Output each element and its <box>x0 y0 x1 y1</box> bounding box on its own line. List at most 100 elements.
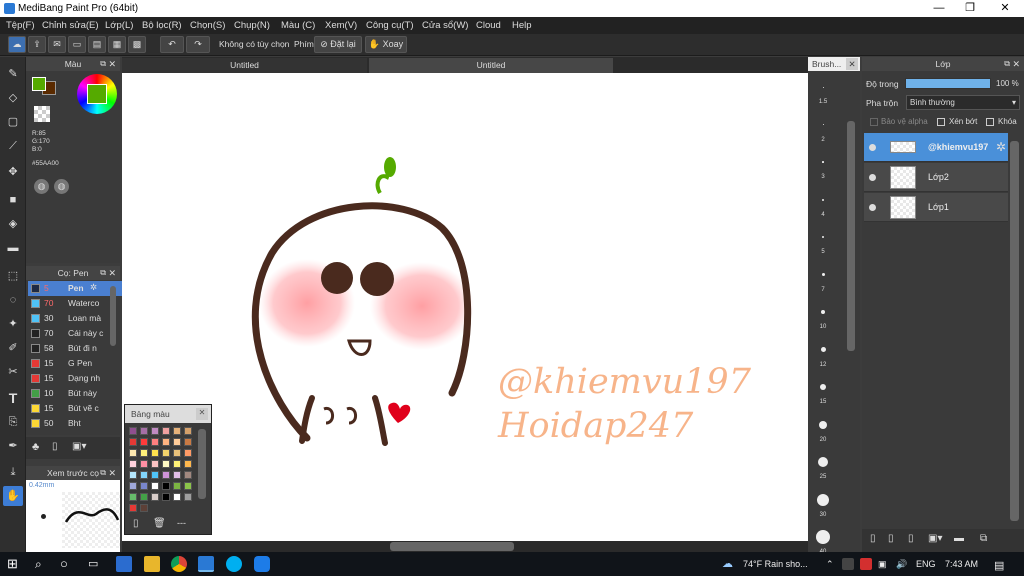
brush-size-dot[interactable] <box>822 161 824 163</box>
brush-size-dot[interactable] <box>820 347 826 352</box>
palette-swatch[interactable] <box>140 427 148 435</box>
divide-tool-icon[interactable]: ⎘ <box>3 412 23 432</box>
palette-swatch[interactable] <box>162 493 170 501</box>
palette-swatch[interactable] <box>140 471 148 479</box>
palette-swatch[interactable] <box>184 460 192 468</box>
medibang-icon[interactable] <box>198 556 214 572</box>
popout-icon[interactable]: ⧉ <box>100 466 106 480</box>
menu-window[interactable]: Cửa sổ(W) <box>422 20 468 31</box>
palette-swatch[interactable] <box>184 427 192 435</box>
palette-swatch[interactable] <box>184 438 192 446</box>
palette-swatch[interactable] <box>162 471 170 479</box>
palette-swatch[interactable] <box>140 438 148 446</box>
palette-swatch[interactable] <box>151 460 159 468</box>
palette-swatch[interactable] <box>184 482 192 490</box>
popout-icon[interactable]: ⧉ <box>100 57 106 71</box>
windows-start-icon[interactable]: ⊞ <box>7 556 18 572</box>
brush-item[interactable]: 10 Bút này <box>28 386 130 401</box>
palette-swatch[interactable] <box>151 427 159 435</box>
palette-swatch[interactable] <box>173 471 181 479</box>
opacity-slider[interactable] <box>905 78 991 89</box>
upload-icon[interactable]: ⇪ <box>28 36 46 53</box>
color-wheel[interactable] <box>77 74 117 114</box>
chrome-icon[interactable] <box>171 556 187 572</box>
palette-swatch[interactable] <box>173 438 181 446</box>
rotate-button[interactable]: ✋ Xoay <box>365 36 407 53</box>
menu-cloud[interactable]: Cloud <box>476 20 501 31</box>
tray-v-icon[interactable] <box>860 558 872 570</box>
move-tool-icon[interactable]: ✥ <box>3 162 23 182</box>
trash-icon[interactable]: 🗑 <box>153 518 166 529</box>
palette-swatch[interactable] <box>129 427 137 435</box>
brush-item[interactable]: 50 Bht <box>28 416 130 431</box>
layer-row[interactable]: @khiemvu197 ✲ <box>864 133 1008 162</box>
close-icon[interactable]: ✕ <box>1012 57 1020 71</box>
brush-size-dot[interactable] <box>819 420 827 429</box>
palette-icon[interactable]: ◍ <box>34 179 49 194</box>
brush-size-dot[interactable] <box>820 384 826 390</box>
visibility-eye-icon[interactable] <box>869 144 876 151</box>
lock-checkbox[interactable] <box>986 118 994 126</box>
brush-size-dot[interactable] <box>822 124 824 125</box>
eraser-tool-icon[interactable]: ◇ <box>3 88 23 108</box>
undo-button[interactable]: ↶ <box>160 36 184 53</box>
brush-list-scrollbar[interactable] <box>110 286 116 346</box>
notification-icon[interactable]: ▤ <box>994 559 1004 572</box>
palette-menu[interactable]: --- <box>177 518 186 528</box>
page-icon[interactable]: ▤ <box>88 36 106 53</box>
palette-swatch[interactable] <box>151 482 159 490</box>
file-explorer-icon[interactable] <box>144 556 160 572</box>
layer-row[interactable]: Lớp2 <box>864 163 1008 192</box>
new-palette-icon[interactable]: ▯ <box>133 518 139 529</box>
palette-swatch[interactable] <box>129 504 137 512</box>
close-icon[interactable]: ✕ <box>846 58 858 70</box>
brush-tool-icon[interactable]: ✎ <box>3 64 23 84</box>
palette-swatch[interactable] <box>173 493 181 501</box>
brush-size-dot[interactable] <box>818 457 828 467</box>
new-layer-icon[interactable]: ▯ <box>870 533 876 544</box>
brush-size-dot[interactable] <box>821 273 825 276</box>
folder-icon[interactable]: ▬ <box>954 533 964 544</box>
brush-settings-icon[interactable]: ♣ <box>32 441 39 453</box>
brush-size-scrollbar[interactable] <box>847 121 855 351</box>
layer-scrollbar[interactable] <box>1010 141 1019 521</box>
brush-size-dot[interactable] <box>817 493 829 506</box>
tile-icon[interactable]: ▩ <box>128 36 146 53</box>
menu-select[interactable]: Chọn(S) <box>190 20 225 31</box>
brush-size-dot[interactable] <box>822 86 824 88</box>
palette-swatch[interactable] <box>140 460 148 468</box>
settings-gear-icon[interactable]: ✲ <box>996 140 1006 154</box>
palette-swatch[interactable] <box>140 493 148 501</box>
brush-size-dot[interactable] <box>821 310 825 314</box>
dropper-tool-icon[interactable]: ✒ <box>3 436 23 456</box>
network-icon[interactable]: ▣ <box>878 559 887 570</box>
bucket-tool-icon[interactable]: ◈ <box>3 214 23 234</box>
zalo-icon[interactable] <box>254 556 270 572</box>
hand-tool-icon[interactable]: ✋ <box>3 486 23 506</box>
brush-size-dot[interactable] <box>821 235 825 239</box>
eyedropper-icon[interactable]: ⤓ <box>3 462 23 482</box>
menu-layer[interactable]: Lớp(L) <box>105 20 133 31</box>
menu-file[interactable]: Tệp(F) <box>6 20 35 31</box>
menu-capture[interactable]: Chụp(N) <box>234 20 270 31</box>
palette-swatch[interactable] <box>129 438 137 446</box>
tab-untitled-2[interactable]: Untitled <box>369 58 613 73</box>
select-eraser-icon[interactable]: ✂ <box>3 362 23 382</box>
weather-text[interactable]: 74°F Rain sho... <box>743 559 808 569</box>
visibility-eye-icon[interactable] <box>869 174 876 181</box>
minimize-button[interactable]: — <box>924 1 954 16</box>
palette-swatch[interactable] <box>162 427 170 435</box>
palette-swatch[interactable] <box>162 438 170 446</box>
palette-swatch[interactable] <box>184 493 192 501</box>
horizontal-scrollbar[interactable] <box>122 541 808 552</box>
menu-edit[interactable]: Chỉnh sửa(E) <box>42 20 99 31</box>
palette-swatch[interactable] <box>173 460 181 468</box>
palette-scrollbar[interactable] <box>198 429 206 499</box>
new-layer-1bit-icon[interactable]: ▯ <box>908 533 914 544</box>
language-indicator[interactable]: ENG <box>916 559 936 569</box>
reset-button[interactable]: ⊘ Đặt lại <box>314 36 362 53</box>
palette-swatch[interactable] <box>140 482 148 490</box>
palette-swatch[interactable] <box>151 471 159 479</box>
tab-untitled-1[interactable]: Untitled <box>122 58 367 73</box>
lasso-tool-icon[interactable]: ◌ <box>3 290 23 310</box>
